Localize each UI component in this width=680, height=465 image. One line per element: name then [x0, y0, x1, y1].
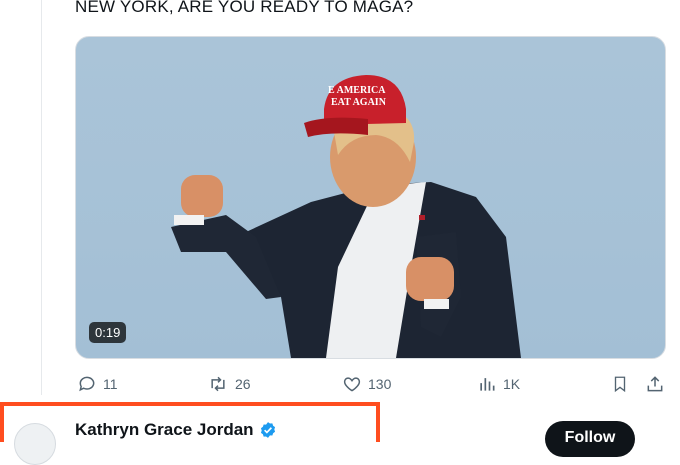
user-display-name[interactable]: Kathryn Grace Jordan — [75, 420, 254, 440]
follow-button[interactable]: Follow — [545, 421, 635, 457]
bookmark-icon — [614, 376, 626, 393]
reply-icon — [79, 376, 95, 392]
avatar[interactable] — [14, 423, 56, 465]
next-user-header[interactable]: Kathryn Grace Jordan — [75, 420, 277, 440]
like-icon — [343, 377, 361, 392]
share-icon — [647, 376, 663, 392]
repost-button[interactable]: 26 — [207, 373, 251, 395]
like-button[interactable]: 130 — [342, 373, 391, 395]
thread-line — [41, 0, 42, 395]
views-button[interactable]: 1K — [477, 373, 520, 395]
video-duration: 0:19 — [89, 322, 127, 343]
video-frame: E AMERICA EAT AGAIN — [171, 75, 521, 358]
reply-count: 11 — [103, 376, 118, 392]
views-count: 1K — [503, 376, 521, 392]
tweet-actions: 11 26 130 1K — [75, 373, 670, 395]
bookmark-button[interactable] — [611, 373, 629, 395]
cap-text-2: EAT AGAIN — [331, 97, 387, 108]
tweet-video[interactable]: E AMERICA EAT AGAIN 0:19 — [75, 36, 666, 359]
tweet-text: NEW YORK, ARE YOU READY TO MAGA? — [75, 0, 414, 16]
verified-icon — [260, 422, 275, 438]
share-button[interactable] — [645, 373, 665, 395]
cap-text-1: E AMERICA — [328, 85, 386, 96]
repost-icon — [211, 376, 225, 392]
repost-count: 26 — [235, 376, 251, 392]
reply-button[interactable]: 11 — [77, 373, 118, 395]
views-icon — [480, 378, 495, 391]
like-count: 130 — [368, 376, 392, 392]
